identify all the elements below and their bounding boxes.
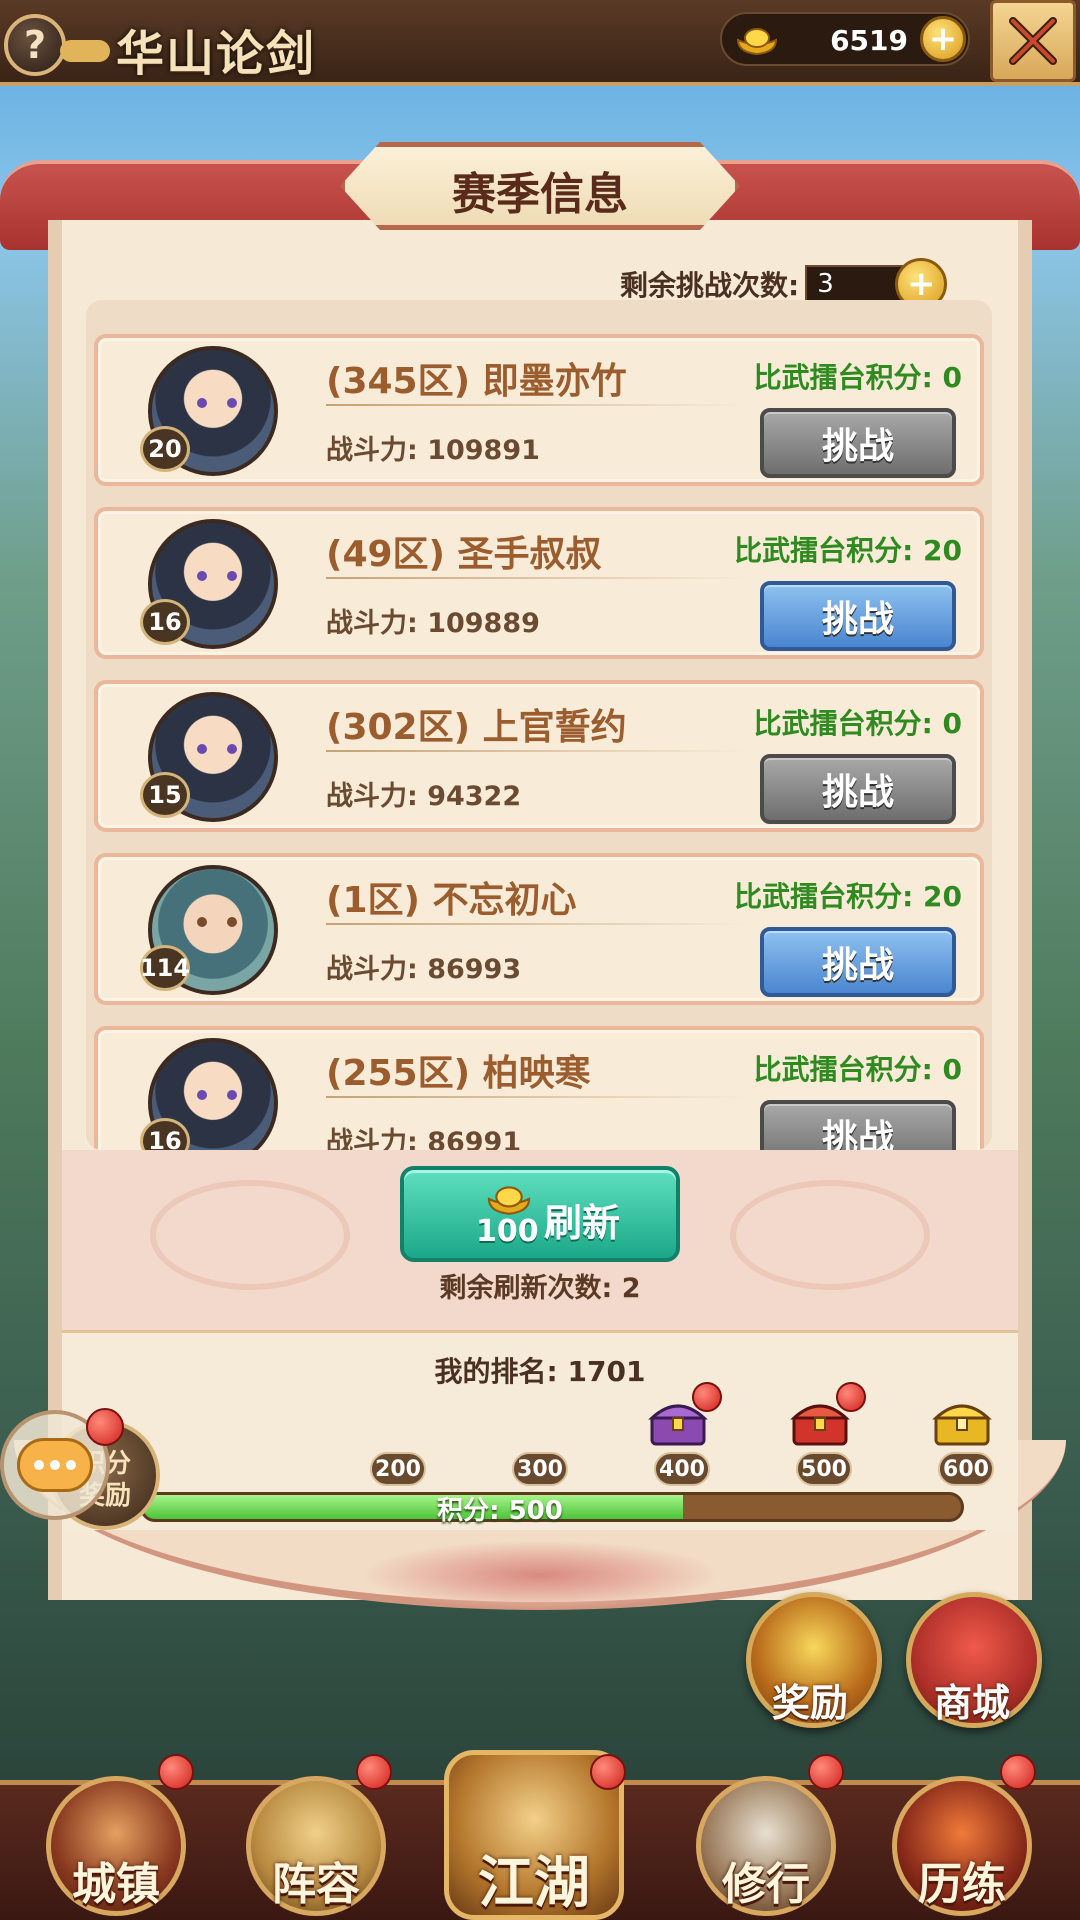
player-name: (1区) 不忘初心 — [326, 880, 577, 921]
combat-power: 战斗力: 94322 — [326, 781, 522, 812]
scroll-ornament — [360, 1540, 720, 1610]
milestone-300: 300 — [512, 1452, 568, 1486]
nav-jianghu-label: 江湖 — [478, 1851, 590, 1916]
gold-currency: 6519 + — [720, 12, 970, 66]
arena-score: 比武擂台积分: 20 — [734, 534, 962, 567]
notification-dot-icon — [356, 1754, 392, 1790]
gold-ingot-icon — [736, 28, 778, 56]
help-button[interactable]: ? — [4, 14, 66, 76]
shop-label: 商城 — [933, 1681, 1010, 1725]
arena-score: 比武擂台积分: 20 — [734, 880, 962, 913]
opponent-card: 16 (255区) 柏映寒 战斗力: 86991 比武擂台积分: 0 挑战 — [94, 1026, 984, 1150]
player-name: (345区) 即墨亦竹 — [326, 361, 627, 402]
notification-dot-icon — [590, 1754, 626, 1790]
reward-label: 奖励 — [771, 1681, 848, 1725]
level-badge: 20 — [140, 426, 190, 472]
divider — [326, 923, 746, 925]
level-badge: 114 — [140, 945, 190, 991]
nav-town-label: 城镇 — [72, 1859, 160, 1910]
notification-dot-icon — [808, 1754, 844, 1790]
avatar-eyes-icon — [197, 744, 237, 754]
opponent-card: 16 (49区) 圣手叔叔 战斗力: 109889 比武擂台积分: 20 挑战 — [94, 507, 984, 659]
level-badge: 15 — [140, 772, 190, 818]
gold-ingot-icon — [487, 1186, 531, 1215]
notification-dot-icon — [158, 1754, 194, 1790]
arena-score: 比武擂台积分: 0 — [753, 707, 962, 740]
season-info-title: 赛季信息 — [452, 169, 628, 220]
notification-dot-icon — [836, 1382, 866, 1412]
divider — [326, 577, 746, 579]
nav-lineup-label: 阵容 — [272, 1859, 360, 1910]
close-crossed-swords-icon — [1009, 17, 1057, 65]
challenge-button[interactable]: 挑战 — [760, 581, 956, 651]
plus-icon: + — [906, 264, 936, 304]
chat-bubble-icon — [17, 1438, 93, 1492]
refresh-label: 刷新 — [544, 1201, 621, 1245]
challenge-button[interactable]: 挑战 — [760, 754, 956, 824]
close-button[interactable] — [990, 0, 1076, 82]
arena-score: 比武擂台积分: 0 — [753, 1053, 962, 1086]
avatar-eyes-icon — [197, 398, 237, 408]
divider — [326, 404, 746, 406]
currency-value: 6519 — [830, 24, 908, 57]
notification-dot-icon — [86, 1408, 124, 1446]
opponent-card: 15 (302区) 上官誓约 战斗力: 94322 比武擂台积分: 0 挑战 — [94, 680, 984, 832]
opponent-card: 114 (1区) 不忘初心 战斗力: 86993 比武擂台积分: 20 挑战 — [94, 853, 984, 1005]
help-icon: ? — [23, 23, 47, 67]
combat-power: 战斗力: 109889 — [326, 608, 540, 639]
nav-cultivate-label: 修行 — [722, 1859, 810, 1910]
player-name: (255区) 柏映寒 — [326, 1053, 591, 1094]
treasure-chest-icon[interactable] — [930, 1394, 994, 1448]
nav-trials-label: 历练 — [918, 1859, 1006, 1910]
avatar-eyes-icon — [197, 1090, 237, 1100]
player-name: (49区) 圣手叔叔 — [326, 534, 602, 575]
milestone-400: 400 — [654, 1452, 710, 1486]
refresh-button[interactable]: 100 刷新 — [400, 1166, 680, 1262]
challenge-button[interactable]: 挑战 — [760, 1100, 956, 1150]
remaining-challenges: 剩余挑战次数: 3 + — [620, 258, 948, 310]
title-cloud-icon — [60, 40, 110, 62]
challenge-button[interactable]: 挑战 — [760, 927, 956, 997]
my-rank: 我的排名: 1701 — [434, 1355, 646, 1388]
milestone-500: 500 — [796, 1452, 852, 1486]
score-progress-label: 积分: 500 — [437, 1496, 563, 1526]
opponent-list[interactable]: 20 (345区) 即墨亦竹 战斗力: 109891 比武擂台积分: 0 挑战 … — [86, 300, 992, 1150]
player-name: (302区) 上官誓约 — [326, 707, 627, 748]
arena-score: 比武擂台积分: 0 — [753, 361, 962, 394]
remaining-challenges-label: 剩余挑战次数: — [620, 269, 800, 302]
avatar-eyes-icon — [197, 917, 237, 927]
level-badge: 16 — [140, 599, 190, 645]
divider — [326, 1096, 746, 1098]
combat-power: 战斗力: 86993 — [326, 954, 522, 985]
notification-dot-icon — [692, 1382, 722, 1412]
page-title: 华山论剑 — [116, 26, 317, 82]
milestone-200: 200 — [370, 1452, 426, 1486]
refresh-cost: 100 — [476, 1214, 539, 1249]
notification-dot-icon — [1000, 1754, 1036, 1790]
add-currency-button[interactable]: + — [920, 16, 966, 62]
combat-power: 战斗力: 86991 — [326, 1127, 522, 1150]
challenge-button[interactable]: 挑战 — [760, 408, 956, 478]
remaining-refreshes: 剩余刷新次数: 2 — [439, 1273, 641, 1304]
divider — [326, 750, 746, 752]
opponent-card: 20 (345区) 即墨亦竹 战斗力: 109891 比武擂台积分: 0 挑战 — [94, 334, 984, 486]
avatar-eyes-icon — [197, 571, 237, 581]
combat-power: 战斗力: 109891 — [326, 435, 540, 466]
plus-icon: + — [928, 19, 958, 59]
milestone-600: 600 — [938, 1452, 994, 1486]
